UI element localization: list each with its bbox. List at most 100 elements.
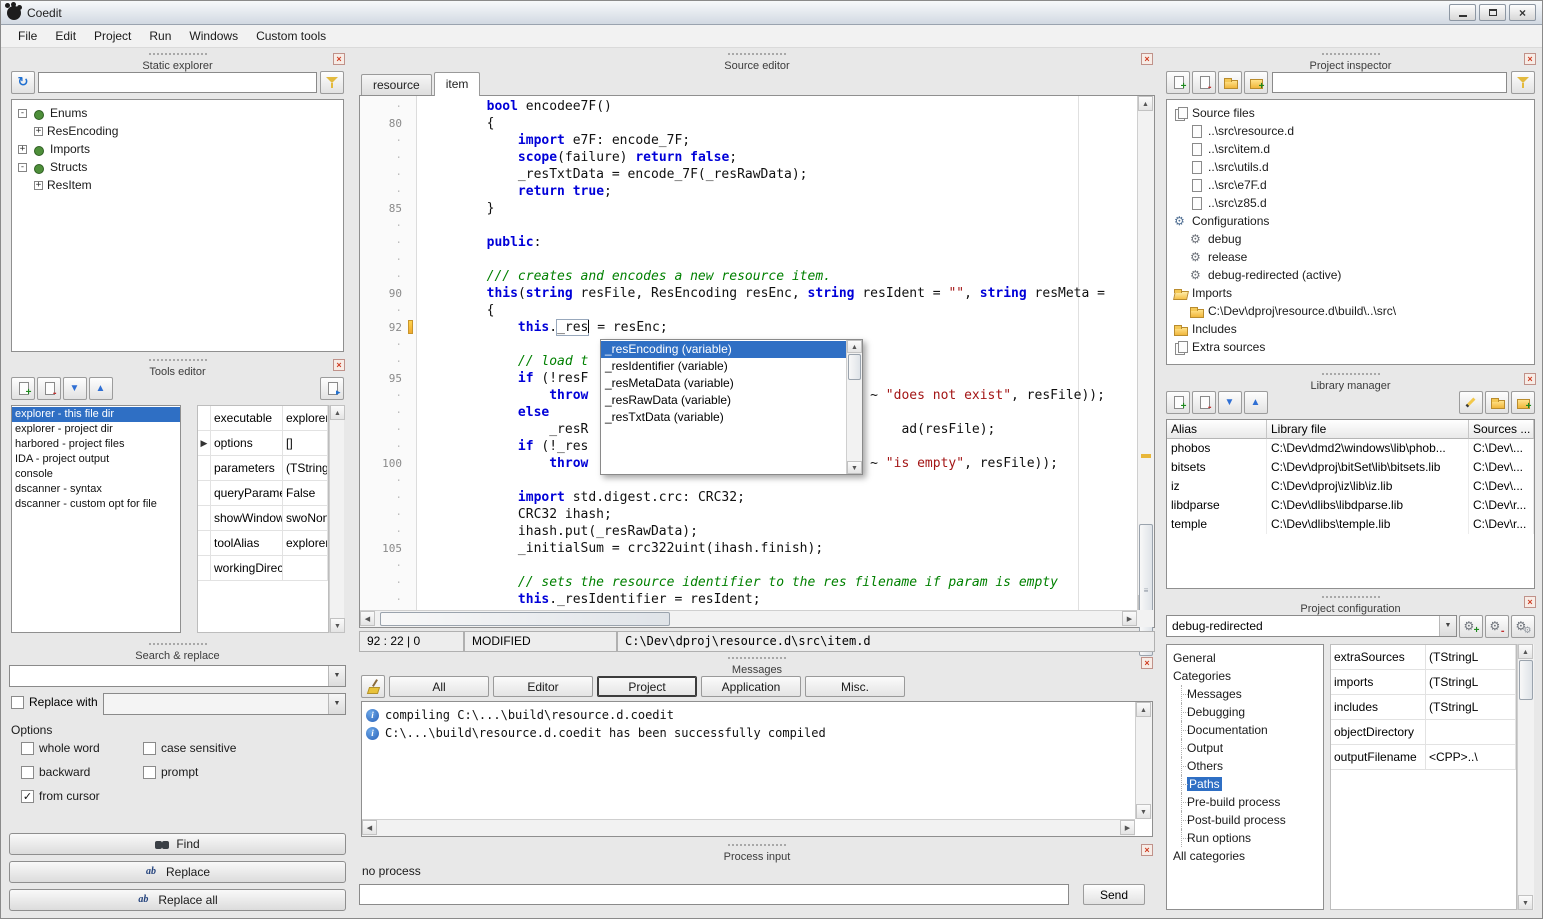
property-row[interactable]: queryParametFalse	[198, 481, 328, 506]
replace-with-option[interactable]: Replace with	[11, 695, 98, 709]
filter-application-button[interactable]: Application	[701, 676, 801, 697]
category-item-paths[interactable]: Paths	[1167, 775, 1323, 793]
messages-vertical-scrollbar[interactable]: ▲▼	[1135, 702, 1152, 819]
library-row-iz[interactable]: izC:\Dev\dproj\iz\lib\iz.libC:\Dev\...	[1167, 477, 1534, 496]
refresh-symbols-button[interactable]	[11, 71, 35, 94]
property-row[interactable]: workingDirect	[198, 556, 328, 581]
property-value[interactable]: (TStringL	[283, 456, 328, 480]
expander-icon[interactable]: +	[34, 181, 43, 190]
checkbox[interactable]	[143, 742, 156, 755]
option-backward[interactable]: backward	[21, 765, 90, 779]
process-input-field[interactable]	[359, 884, 1069, 905]
option-prompt[interactable]: prompt	[143, 765, 198, 779]
panel-grip[interactable]	[149, 643, 207, 646]
add-library-button[interactable]	[1166, 391, 1190, 414]
property-value[interactable]	[283, 556, 328, 580]
filter-project-button[interactable]: Project	[597, 676, 697, 697]
category-item-messages[interactable]: Messages	[1167, 685, 1323, 703]
tool-list-item[interactable]: explorer - project dir	[12, 422, 180, 437]
close-source-editor-button[interactable]: ×	[1141, 53, 1153, 65]
close-library-manager-button[interactable]: ×	[1524, 373, 1536, 385]
category-item-debugging[interactable]: Debugging	[1167, 703, 1323, 721]
category-item-others[interactable]: Others	[1167, 757, 1323, 775]
project-item-debug[interactable]: debug	[1167, 230, 1534, 248]
close-tools-editor-button[interactable]: ×	[333, 359, 345, 371]
code-line[interactable]: bool encodee7F()	[418, 98, 1137, 115]
menu-edit[interactable]: Edit	[46, 26, 85, 46]
close-project-inspector-button[interactable]: ×	[1524, 53, 1536, 65]
dropdown-arrow-icon[interactable]: ▼	[328, 694, 345, 714]
expander-icon[interactable]: -	[18, 163, 27, 172]
symbol-search-input[interactable]	[38, 72, 317, 93]
project-item-src-z85-d[interactable]: ..\src\z85.d	[1167, 194, 1534, 212]
code-line[interactable]	[418, 251, 1137, 268]
tab-resource[interactable]: resource	[361, 74, 432, 95]
close-process-input-button[interactable]: ×	[1141, 844, 1153, 856]
library-row-bitsets[interactable]: bitsetsC:\Dev\dproj\bitSet\lib\bitsets.l…	[1167, 458, 1534, 477]
code-area[interactable]: bool encodee7F() { import e7F: encode_7F…	[418, 96, 1137, 610]
checkbox[interactable]	[143, 766, 156, 779]
project-item-c-dev-dproj-resource-d-build-src[interactable]: C:\Dev\dproj\resource.d\build\..\src\	[1167, 302, 1534, 320]
category-item-general[interactable]: General	[1167, 649, 1323, 667]
close-messages-button[interactable]: ×	[1141, 657, 1153, 669]
expander-icon[interactable]: -	[18, 109, 27, 118]
code-line[interactable]: public:	[418, 234, 1137, 251]
symbol-item-enums[interactable]: -Enums	[12, 104, 343, 122]
expander-icon[interactable]: +	[18, 145, 27, 154]
panel-grip[interactable]	[1322, 53, 1380, 56]
column-library-file[interactable]: Library file	[1267, 420, 1469, 439]
property-value[interactable]: swoNone	[283, 506, 328, 530]
property-value[interactable]: []	[283, 431, 328, 455]
remove-configuration-button[interactable]	[1485, 615, 1509, 638]
remove-library-button[interactable]	[1192, 391, 1216, 414]
project-item-source-files[interactable]: Source files	[1167, 104, 1534, 122]
dropdown-arrow-icon[interactable]: ▼	[1439, 616, 1456, 636]
property-row[interactable]: includes(TStringL	[1331, 695, 1516, 720]
message-entry[interactable]: icompiling C:\...\build\resource.d.coedi…	[364, 706, 1132, 724]
close-window-button[interactable]: ×	[1509, 4, 1536, 21]
project-item-src-item-d[interactable]: ..\src\item.d	[1167, 140, 1534, 158]
tool-list-item[interactable]: explorer - this file dir	[12, 407, 180, 422]
code-line[interactable]: this(string resFile, ResEncoding resEnc,…	[418, 285, 1137, 302]
code-line[interactable]: {	[418, 302, 1137, 319]
panel-grip[interactable]	[728, 53, 786, 56]
filter-editor-button[interactable]: Editor	[493, 676, 593, 697]
property-row[interactable]: extraSources(TStringL	[1331, 645, 1516, 670]
tool-list-item[interactable]: harbored - project files	[12, 437, 180, 452]
replace-all-button[interactable]: Replace all	[9, 889, 346, 911]
remove-tool-button[interactable]	[37, 377, 61, 400]
panel-grip[interactable]	[1322, 596, 1380, 599]
tool-list-item[interactable]: IDA - project output	[12, 452, 180, 467]
tool-list-item[interactable]: dscanner - custom opt for file	[12, 497, 180, 512]
project-item-src-resource-d[interactable]: ..\src\resource.d	[1167, 122, 1534, 140]
code-line[interactable]: /// creates and encodes a new resource i…	[418, 268, 1137, 285]
titlebar[interactable]: Coedit ×	[1, 1, 1542, 25]
option-from-cursor[interactable]: ✓from cursor	[21, 789, 100, 803]
symbol-item-resitem[interactable]: +ResItem	[12, 176, 343, 194]
move-tool-up-button[interactable]	[89, 377, 113, 400]
execute-tool-button[interactable]	[320, 377, 344, 400]
maximize-button[interactable]	[1479, 4, 1506, 21]
symbol-item-resencoding[interactable]: +ResEncoding	[12, 122, 343, 140]
checkbox[interactable]: ✓	[21, 790, 34, 803]
property-row[interactable]: executableexplorer	[198, 406, 328, 431]
scrollbar-thumb[interactable]	[1519, 660, 1533, 700]
code-line[interactable]: CRC32 ihash;	[418, 506, 1137, 523]
category-item-run-options[interactable]: Run options	[1167, 829, 1323, 847]
code-line[interactable]: return true;	[418, 183, 1137, 200]
category-item-categories[interactable]: Categories	[1167, 667, 1323, 685]
send-button[interactable]: Send	[1083, 884, 1145, 905]
property-value[interactable]: explorer	[283, 531, 328, 555]
category-item-all-categories[interactable]: All categories	[1167, 847, 1323, 865]
panel-grip[interactable]	[728, 844, 786, 847]
project-item-imports[interactable]: Imports	[1167, 284, 1534, 302]
library-row-temple[interactable]: templeC:\Dev\dlibs\temple.libC:\Dev\r...	[1167, 515, 1534, 534]
messages-horizontal-scrollbar[interactable]: ◀▶	[362, 819, 1135, 836]
category-item-post-build-process[interactable]: Post-build process	[1167, 811, 1323, 829]
code-line[interactable]: // sets the resource identifier to the r…	[418, 574, 1137, 591]
panel-grip[interactable]	[149, 53, 207, 56]
category-item-documentation[interactable]: Documentation	[1167, 721, 1323, 739]
property-value[interactable]: explorer	[283, 406, 328, 430]
minimize-button[interactable]	[1449, 4, 1476, 21]
property-value[interactable]: False	[283, 481, 328, 505]
